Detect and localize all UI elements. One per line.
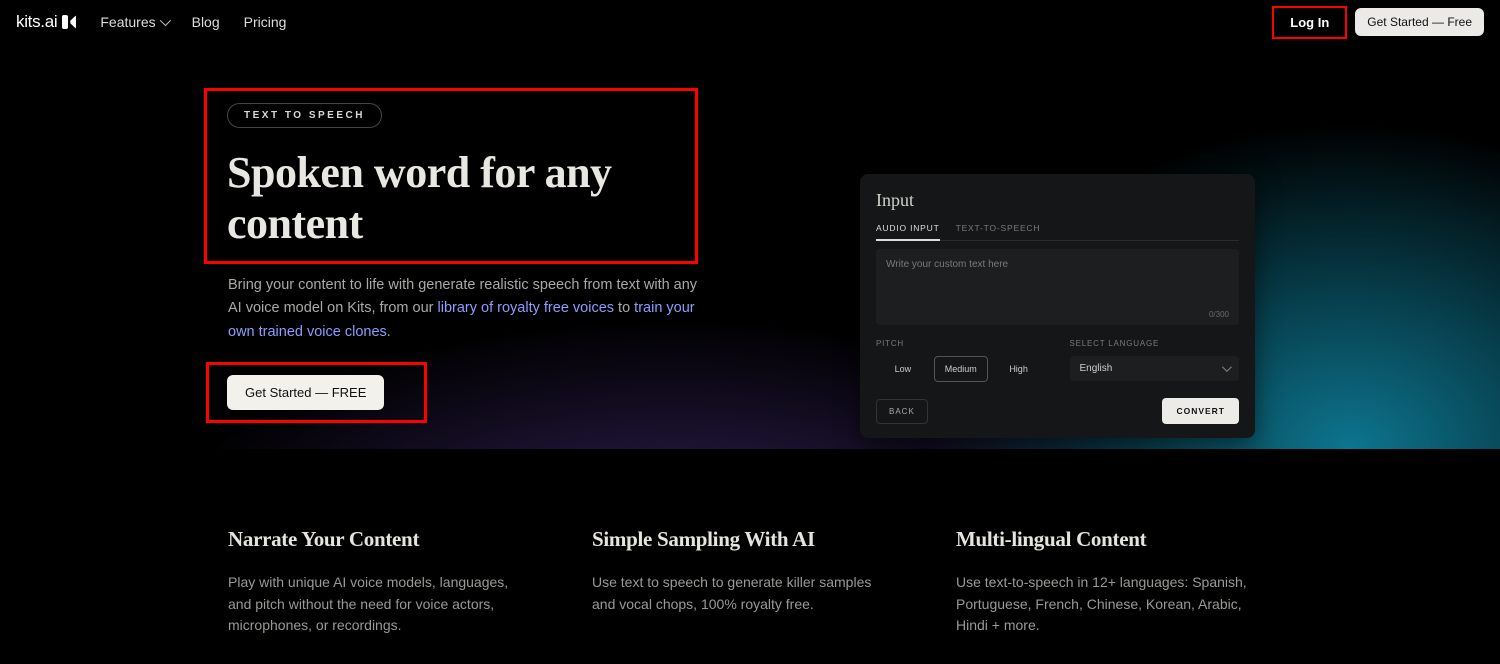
- pitch-medium-button[interactable]: Medium: [934, 356, 988, 382]
- brand-text: kits.ai: [16, 12, 57, 32]
- feature-narrate-desc: Play with unique AI voice models, langua…: [228, 572, 528, 637]
- hero-desc-end: .: [387, 324, 391, 340]
- hero-desc-mid: to: [614, 300, 634, 316]
- nav-pricing[interactable]: Pricing: [244, 14, 287, 30]
- brand-icon: [62, 15, 76, 29]
- hero-cta-highlight-box: Get Started — FREE: [206, 362, 427, 423]
- language-select[interactable]: English: [1070, 356, 1240, 381]
- feature-sampling-desc: Use text to speech to generate killer sa…: [592, 572, 892, 615]
- nav-features[interactable]: Features: [100, 14, 167, 30]
- tab-text-to-speech[interactable]: TEXT-TO-SPEECH: [956, 223, 1041, 240]
- text-input-placeholder: Write your custom text here: [886, 259, 1229, 270]
- hero-content: TEXT TO SPEECH Spoken word for any conte…: [228, 88, 698, 423]
- hero-section: TEXT TO SPEECH Spoken word for any conte…: [0, 44, 1500, 449]
- feature-narrate-title: Narrate Your Content: [228, 527, 528, 552]
- hero-cta-button[interactable]: Get Started — FREE: [227, 375, 384, 410]
- feature-sampling: Simple Sampling With AI Use text to spee…: [592, 527, 892, 637]
- tab-audio-input[interactable]: AUDIO INPUT: [876, 223, 940, 241]
- royalty-free-link[interactable]: library of royalty free voices: [438, 300, 614, 316]
- brand-logo[interactable]: kits.ai: [16, 12, 76, 32]
- nav-features-label: Features: [100, 14, 155, 30]
- language-control: SELECT LANGUAGE English: [1070, 339, 1240, 382]
- pitch-high-button[interactable]: High: [992, 356, 1046, 382]
- char-counter: 0/300: [1209, 310, 1229, 319]
- nav: Features Blog Pricing: [100, 14, 286, 30]
- hero-badge: TEXT TO SPEECH: [227, 103, 382, 128]
- feature-narrate: Narrate Your Content Play with unique AI…: [228, 527, 528, 637]
- nav-blog[interactable]: Blog: [192, 14, 220, 30]
- features-section: Narrate Your Content Play with unique AI…: [0, 449, 1500, 637]
- feature-sampling-title: Simple Sampling With AI: [592, 527, 892, 552]
- pitch-low-button[interactable]: Low: [876, 356, 930, 382]
- panel-footer: BACK CONVERT: [876, 398, 1239, 424]
- text-input-area[interactable]: Write your custom text here 0/300: [876, 249, 1239, 325]
- panel-title: Input: [876, 190, 1239, 211]
- hero-description: Bring your content to life with generate…: [228, 274, 698, 344]
- header-cta-button[interactable]: Get Started — Free: [1355, 8, 1484, 36]
- back-button[interactable]: BACK: [876, 399, 928, 424]
- chevron-down-icon: [1222, 362, 1232, 372]
- pitch-label: PITCH: [876, 339, 1046, 348]
- hero-heading: Spoken word for any content: [227, 148, 667, 249]
- login-button[interactable]: Log In: [1272, 6, 1347, 39]
- hero-highlight-box: TEXT TO SPEECH Spoken word for any conte…: [204, 88, 698, 264]
- main-header: kits.ai Features Blog Pricing Log In Get…: [0, 0, 1500, 44]
- convert-button[interactable]: CONVERT: [1162, 398, 1239, 424]
- language-label: SELECT LANGUAGE: [1070, 339, 1240, 348]
- pitch-options: Low Medium High: [876, 356, 1046, 382]
- feature-multilingual: Multi-lingual Content Use text-to-speech…: [956, 527, 1256, 637]
- language-value: English: [1080, 363, 1113, 374]
- pitch-control: PITCH Low Medium High: [876, 339, 1046, 382]
- feature-multilingual-desc: Use text-to-speech in 12+ languages: Spa…: [956, 572, 1256, 637]
- panel-tabs: AUDIO INPUT TEXT-TO-SPEECH: [876, 223, 1239, 241]
- input-panel: Input AUDIO INPUT TEXT-TO-SPEECH Write y…: [860, 174, 1255, 438]
- feature-multilingual-title: Multi-lingual Content: [956, 527, 1256, 552]
- chevron-down-icon: [159, 15, 170, 26]
- controls-row: PITCH Low Medium High SELECT LANGUAGE En…: [876, 339, 1239, 382]
